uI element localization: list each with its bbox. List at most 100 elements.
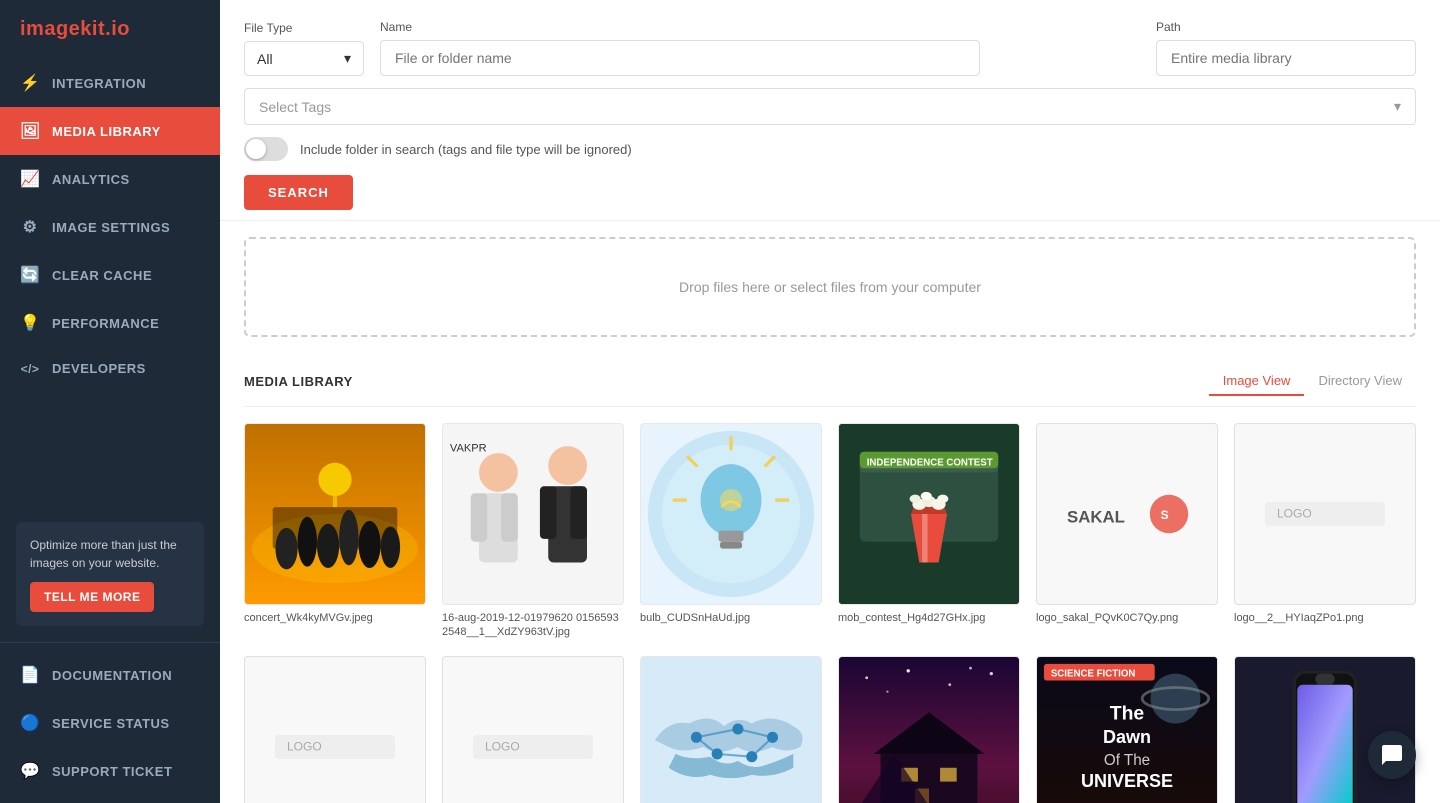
list-item[interactable]	[1234, 656, 1416, 803]
sidebar-item-clear-cache[interactable]: 🔄 Clear Cache	[0, 251, 220, 299]
svg-text:UNIVERSE: UNIVERSE	[1081, 771, 1173, 791]
image-filename: bulb_CUDSnHaUd.jpg	[640, 611, 822, 625]
sidebar-item-image-settings[interactable]: ⚙ Image Settings	[0, 203, 220, 251]
name-field: Name	[380, 20, 1140, 76]
promo-text: Optimize more than just the images on yo…	[30, 536, 190, 572]
tab-image-view[interactable]: Image View	[1209, 367, 1305, 396]
list-item[interactable]: LOGO logo__2__HYIaqZPo1.png	[1234, 423, 1416, 640]
support-ticket-icon: 💬	[20, 761, 40, 781]
image-filename: logo_sakal_PQvK0C7Qy.png	[1036, 611, 1218, 625]
list-item[interactable]: SAKAL S logo_sakal_PQvK0C7Qy.png	[1036, 423, 1218, 640]
file-type-label: File Type	[244, 21, 364, 35]
image-filename: 16-aug-2019-12-01979620 01565932548__1__…	[442, 611, 624, 640]
file-type-select[interactable]: All ▾	[244, 41, 364, 76]
sidebar-item-service-status[interactable]: 🔵 Service Status	[0, 699, 220, 747]
image-thumbnail	[640, 656, 822, 803]
sidebar-item-developers[interactable]: </> Developers	[0, 347, 220, 390]
image-thumbnail: VAKPR	[442, 423, 624, 605]
developers-icon: </>	[20, 362, 40, 376]
svg-text:VAKPR: VAKPR	[450, 443, 487, 455]
list-item[interactable]: LOGO logo__2__tZqFIRM06.png	[244, 656, 426, 803]
image-thumbnail	[640, 423, 822, 605]
tell-me-more-button[interactable]: TELL ME MORE	[30, 582, 154, 612]
tags-chevron-icon: ▾	[1394, 98, 1401, 115]
list-item[interactable]: concert_Wk4kyMVGv.jpeg	[244, 423, 426, 640]
include-folder-row: Include folder in search (tags and file …	[244, 137, 1416, 161]
svg-text:S: S	[1161, 508, 1169, 522]
tags-row: Select Tags ▾	[244, 88, 1416, 125]
tab-directory-view[interactable]: Directory View	[1304, 367, 1416, 396]
svg-text:The: The	[1110, 702, 1145, 724]
image-grid: concert_Wk4kyMVGv.jpeg	[244, 423, 1416, 803]
path-field: Path	[1156, 20, 1416, 76]
tags-placeholder: Select Tags	[259, 99, 331, 115]
svg-text:SCIENCE FICTION: SCIENCE FICTION	[1051, 668, 1136, 679]
sidebar-nav: ⚡ Integration 🖼 Media Library 📈 Analytic…	[0, 59, 220, 506]
media-library-section: MEDIA LIBRARY Image View Directory View	[220, 353, 1440, 803]
list-item[interactable]	[838, 656, 1020, 803]
integration-icon: ⚡	[20, 73, 40, 93]
name-input[interactable]	[380, 40, 980, 76]
promo-section: Optimize more than just the images on yo…	[16, 522, 204, 626]
image-thumbnail: SCIENCE FICTION The Dawn Of The UNIVERSE…	[1036, 656, 1218, 803]
logo: imagekit.io	[0, 0, 220, 59]
image-thumbnail: LOGO	[442, 656, 624, 803]
image-thumbnail: LOGO	[244, 656, 426, 803]
list-item[interactable]: VAKPR 16-aug-2019-12-01979620 0156593254…	[442, 423, 624, 640]
svg-text:Of The: Of The	[1104, 752, 1150, 769]
image-filename: mob_contest_Hg4d27GHx.jpg	[838, 611, 1020, 625]
clear-cache-icon: 🔄	[20, 265, 40, 285]
sidebar: imagekit.io ⚡ Integration 🖼 Media Librar…	[0, 0, 220, 803]
search-button[interactable]: SEARCH	[244, 175, 353, 210]
image-thumbnail	[1234, 656, 1416, 803]
name-label: Name	[380, 20, 1140, 34]
path-label: Path	[1156, 20, 1416, 34]
file-type-field: File Type All ▾	[244, 21, 364, 76]
sidebar-item-support-ticket[interactable]: 💬 Support Ticket	[0, 747, 220, 795]
image-settings-icon: ⚙	[20, 217, 40, 237]
sidebar-item-analytics[interactable]: 📈 Analytics	[0, 155, 220, 203]
image-thumbnail: LOGO	[1234, 423, 1416, 605]
svg-text:LOGO: LOGO	[1277, 507, 1312, 521]
image-thumbnail	[244, 423, 426, 605]
list-item[interactable]: LOGO logo__2__xoBrJkZbU.png	[442, 656, 624, 803]
image-thumbnail: SAKAL S	[1036, 423, 1218, 605]
sidebar-bottom: 📄 Documentation 🔵 Service Status 💬 Suppo…	[0, 642, 220, 803]
image-filename: concert_Wk4kyMVGv.jpeg	[244, 611, 426, 625]
include-folder-label: Include folder in search (tags and file …	[300, 142, 632, 157]
svg-text:INDEPENDENCE CONTEST: INDEPENDENCE CONTEST	[867, 458, 993, 469]
svg-text:LOGO: LOGO	[287, 739, 322, 753]
list-item[interactable]: infrastructure-new_jR1pqH9eD.png	[640, 656, 822, 803]
list-item[interactable]: SCIENCE FICTION The Dawn Of The UNIVERSE…	[1036, 656, 1218, 803]
view-tabs: Image View Directory View	[1209, 367, 1416, 396]
media-library-title: MEDIA LIBRARY	[244, 374, 353, 389]
image-thumbnail: INDEPENDENCE CONTEST	[838, 423, 1020, 605]
list-item[interactable]: INDEPENDENCE CONTEST	[838, 423, 1020, 640]
service-status-icon: 🔵	[20, 713, 40, 733]
svg-text:LOGO: LOGO	[485, 739, 520, 753]
media-library-icon: 🖼	[20, 121, 40, 141]
drop-zone[interactable]: Drop files here or select files from you…	[244, 237, 1416, 337]
main-content: File Type All ▾ Name Path Select Tags ▾	[220, 0, 1440, 803]
svg-text:SAKAL: SAKAL	[1067, 507, 1125, 526]
media-library-header: MEDIA LIBRARY Image View Directory View	[244, 353, 1416, 407]
analytics-icon: 📈	[20, 169, 40, 189]
drop-zone-text: Drop files here or select files from you…	[679, 279, 981, 295]
documentation-icon: 📄	[20, 665, 40, 685]
sidebar-item-integration[interactable]: ⚡ Integration	[0, 59, 220, 107]
sidebar-item-documentation[interactable]: 📄 Documentation	[0, 651, 220, 699]
chevron-down-icon: ▾	[344, 50, 351, 67]
svg-text:Dawn: Dawn	[1103, 726, 1151, 746]
chat-bubble[interactable]	[1368, 731, 1416, 779]
image-filename: logo__2__HYIaqZPo1.png	[1234, 611, 1416, 625]
sidebar-item-performance[interactable]: 💡 Performance	[0, 299, 220, 347]
sidebar-item-media-library[interactable]: 🖼 Media Library	[0, 107, 220, 155]
list-item[interactable]: bulb_CUDSnHaUd.jpg	[640, 423, 822, 640]
performance-icon: 💡	[20, 313, 40, 333]
search-area: File Type All ▾ Name Path Select Tags ▾	[220, 0, 1440, 221]
toggle-knob	[246, 139, 266, 159]
path-input[interactable]	[1156, 40, 1416, 76]
tags-select[interactable]: Select Tags ▾	[244, 88, 1416, 125]
include-folder-toggle[interactable]	[244, 137, 288, 161]
image-thumbnail	[838, 656, 1020, 803]
